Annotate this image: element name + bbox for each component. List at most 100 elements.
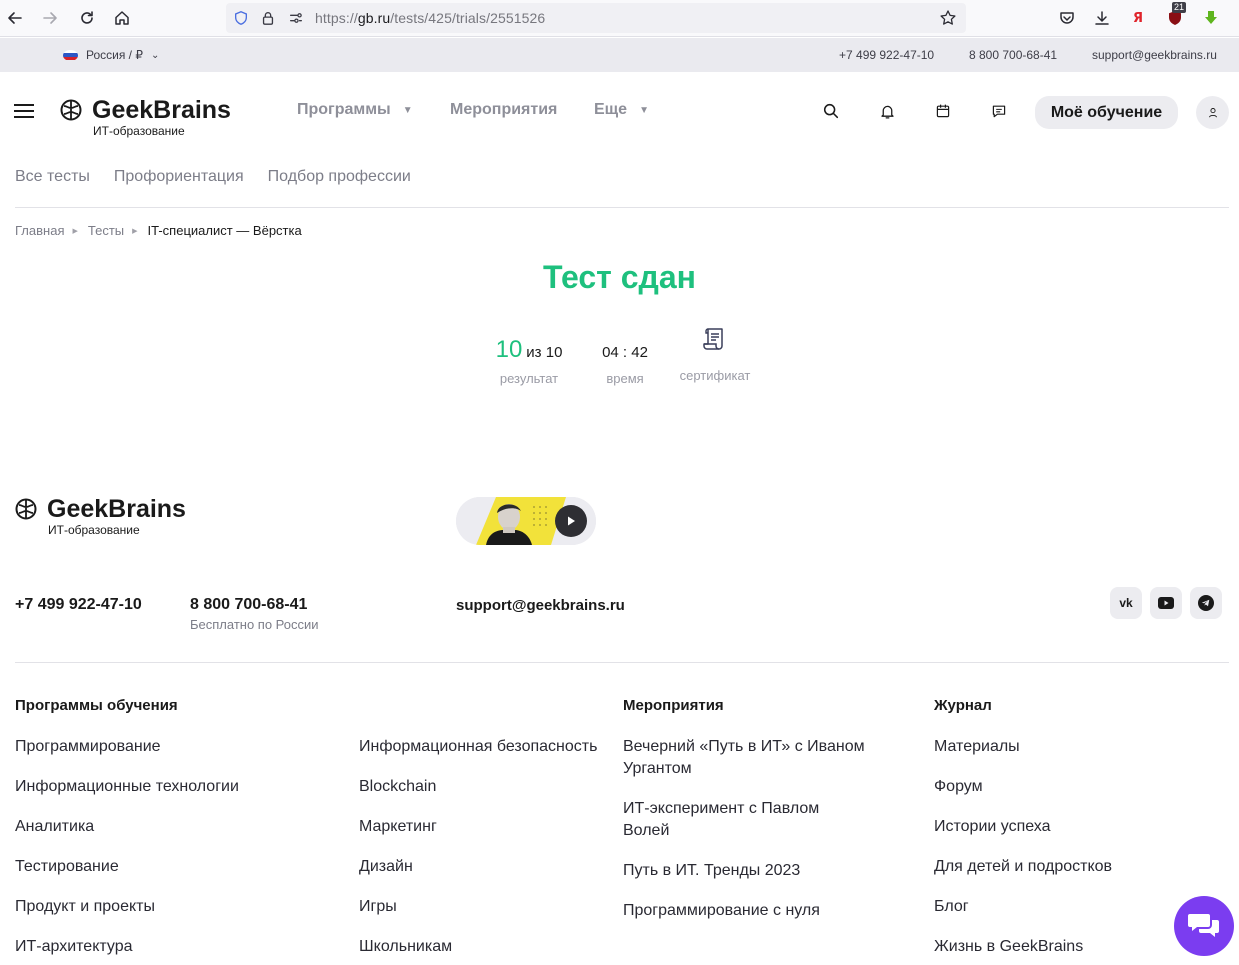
- info-email[interactable]: support@geekbrains.ru: [1092, 48, 1217, 62]
- yandex-extension-icon[interactable]: Я: [1125, 5, 1151, 31]
- telegram-icon[interactable]: [1190, 587, 1222, 619]
- footer-link[interactable]: Информационные технологии: [15, 776, 239, 798]
- breadcrumb-tests[interactable]: Тесты: [88, 223, 124, 238]
- subnav-divider: [15, 207, 1229, 208]
- header-logo[interactable]: GeekBrains ИТ-образование: [60, 98, 231, 137]
- lock-icon[interactable]: [259, 9, 277, 27]
- footer-link[interactable]: Продукт и проекты: [15, 896, 155, 918]
- region-selector[interactable]: Россия / ₽ ⌄: [63, 48, 159, 62]
- top-info-bar: Россия / ₽ ⌄ +7 499 922-47-10 8 800 700-…: [0, 38, 1239, 72]
- certificate-icon[interactable]: [702, 326, 728, 352]
- footer-link[interactable]: Программирование с нуля: [623, 900, 820, 922]
- breadcrumb-home[interactable]: Главная: [15, 223, 64, 238]
- stat-certificate[interactable]: сертификат: [676, 326, 754, 383]
- reload-icon[interactable]: [74, 5, 100, 31]
- footer-phone-2-note: Бесплатно по России: [190, 617, 319, 632]
- stat-time: 04 : 42 время: [590, 334, 660, 386]
- footer-link[interactable]: Жизнь в GeekBrains: [934, 936, 1083, 958]
- avatar[interactable]: [1196, 96, 1229, 129]
- time-value: 04 : 42: [602, 344, 648, 361]
- support-chat-button[interactable]: [1174, 896, 1234, 956]
- footer-link[interactable]: Для детей и подростков: [934, 856, 1112, 878]
- shield-icon[interactable]: [232, 9, 250, 27]
- footer-link[interactable]: Материалы: [934, 736, 1020, 758]
- footer-brand-subtitle: ИТ-образование: [48, 523, 140, 537]
- score-label: результат: [499, 371, 559, 386]
- footer-events-heading[interactable]: Мероприятия: [623, 697, 724, 714]
- permissions-icon[interactable]: [287, 9, 305, 27]
- footer-link[interactable]: Дизайн: [359, 856, 413, 878]
- subnav-profession-selection[interactable]: Подбор профессии: [268, 168, 411, 186]
- ublock-extension-icon[interactable]: 21: [1162, 2, 1188, 31]
- bell-icon[interactable]: [877, 101, 897, 121]
- tests-subnav: Все тесты Профориентация Подбор професси…: [15, 168, 435, 186]
- breadcrumb-current: IT-специалист — Вёрстка: [147, 223, 302, 238]
- brain-logo-icon: [15, 498, 37, 520]
- vk-icon[interactable]: vk: [1110, 587, 1142, 619]
- footer-link[interactable]: Программирование: [15, 736, 161, 758]
- download-manager-extension-icon[interactable]: [1198, 5, 1224, 31]
- time-label: время: [606, 371, 644, 386]
- footer-link[interactable]: Аналитика: [15, 816, 94, 838]
- nav-more-label: Еще: [594, 101, 628, 118]
- my-learning-button[interactable]: Моё обучение: [1035, 96, 1178, 129]
- footer-link[interactable]: Блог: [934, 896, 969, 918]
- forward-icon[interactable]: [37, 5, 63, 31]
- footer-link[interactable]: Игры: [359, 896, 397, 918]
- subnav-all-tests[interactable]: Все тесты: [15, 168, 90, 186]
- play-icon[interactable]: [555, 505, 587, 537]
- brain-logo-icon: [60, 99, 82, 121]
- footer-journal-heading[interactable]: Журнал: [934, 697, 992, 714]
- calendar-icon[interactable]: [933, 101, 953, 121]
- address-bar[interactable]: https://gb.ru/tests/425/trials/2551526: [226, 3, 966, 33]
- footer-link[interactable]: Форум: [934, 776, 983, 798]
- nav-events-label: Мероприятия: [450, 101, 558, 118]
- chat-bubbles-icon: [1188, 914, 1219, 937]
- caret-down-icon: ▼: [402, 104, 413, 116]
- footer-programs-heading[interactable]: Программы обучения: [15, 697, 178, 714]
- certificate-label[interactable]: сертификат: [676, 368, 754, 383]
- info-phone-1[interactable]: +7 499 922-47-10: [839, 48, 934, 62]
- downloads-icon[interactable]: [1089, 5, 1115, 31]
- home-icon[interactable]: [109, 5, 135, 31]
- url-text[interactable]: https://gb.ru/tests/425/trials/2551526: [315, 10, 545, 26]
- nav-programs[interactable]: Программы ▼: [297, 101, 413, 119]
- footer-link[interactable]: Истории успеха: [934, 816, 1051, 838]
- chat-icon[interactable]: [989, 101, 1009, 121]
- user-icon: [1208, 107, 1217, 117]
- footer-logo[interactable]: GeekBrains ИТ-образование: [15, 497, 186, 536]
- footer-brand-name: GeekBrains: [47, 495, 186, 523]
- footer-link[interactable]: Информационная безопасность: [359, 736, 597, 758]
- nav-programs-label: Программы: [297, 101, 391, 118]
- footer-phone-1[interactable]: +7 499 922-47-10: [15, 596, 142, 614]
- search-icon[interactable]: [821, 101, 841, 121]
- footer-link[interactable]: Школьникам: [359, 936, 452, 958]
- footer-link[interactable]: ИТ-эксперимент с Павлом Волей: [623, 798, 843, 842]
- breadcrumb: Главная ▶ Тесты ▶ IT-специалист — Вёрстк…: [15, 223, 302, 238]
- nav-events[interactable]: Мероприятия: [450, 101, 557, 119]
- footer-email[interactable]: support@geekbrains.ru: [456, 597, 625, 614]
- site-header: GeekBrains ИТ-образование Программы ▼ Мер…: [0, 72, 1239, 150]
- footer-link[interactable]: Вечерний «Путь в ИТ» с Иваном Ургантом: [623, 736, 893, 780]
- score-total: из 10: [526, 344, 563, 361]
- pocket-icon[interactable]: [1054, 5, 1080, 31]
- nav-more[interactable]: Еще ▼: [594, 101, 649, 119]
- brand-name: GeekBrains: [92, 96, 231, 124]
- stat-score: 10 из 10 результат: [490, 334, 568, 387]
- video-thumbnail[interactable]: [456, 497, 596, 545]
- menu-icon[interactable]: [14, 104, 34, 118]
- footer-link[interactable]: Путь в ИТ. Тренды 2023: [623, 860, 800, 882]
- footer-link[interactable]: Тестирование: [15, 856, 119, 878]
- extension-badge: 21: [1172, 2, 1187, 13]
- subnav-career-guidance[interactable]: Профориентация: [114, 168, 244, 186]
- youtube-icon[interactable]: [1150, 587, 1182, 619]
- bookmark-star-icon[interactable]: [939, 9, 957, 27]
- info-phone-2[interactable]: 8 800 700-68-41: [969, 48, 1057, 62]
- footer-link[interactable]: Blockchain: [359, 776, 436, 798]
- back-icon[interactable]: [2, 5, 28, 31]
- result-title: Тест сдан: [543, 259, 696, 295]
- russia-flag-icon: [63, 49, 78, 61]
- footer-link[interactable]: ИТ-архитектура: [15, 936, 133, 958]
- footer-phone-2[interactable]: 8 800 700-68-41: [190, 596, 307, 614]
- footer-link[interactable]: Маркетинг: [359, 816, 437, 838]
